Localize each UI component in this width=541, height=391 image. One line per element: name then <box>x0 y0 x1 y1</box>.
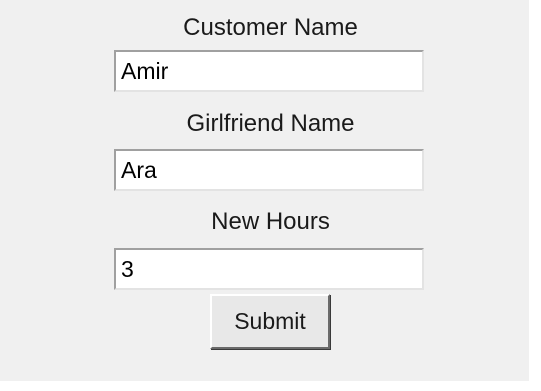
new-hours-label: New Hours <box>211 208 330 235</box>
new-hours-input[interactable] <box>114 248 424 290</box>
girlfriend-name-input[interactable] <box>114 149 424 191</box>
submit-button[interactable]: Submit <box>210 294 330 349</box>
girlfriend-name-label: Girlfriend Name <box>186 110 355 137</box>
customer-name-input[interactable] <box>114 50 424 92</box>
app-window: Customer Name Girlfriend Name New Hours … <box>0 0 529 381</box>
customer-name-label: Customer Name <box>183 14 358 41</box>
